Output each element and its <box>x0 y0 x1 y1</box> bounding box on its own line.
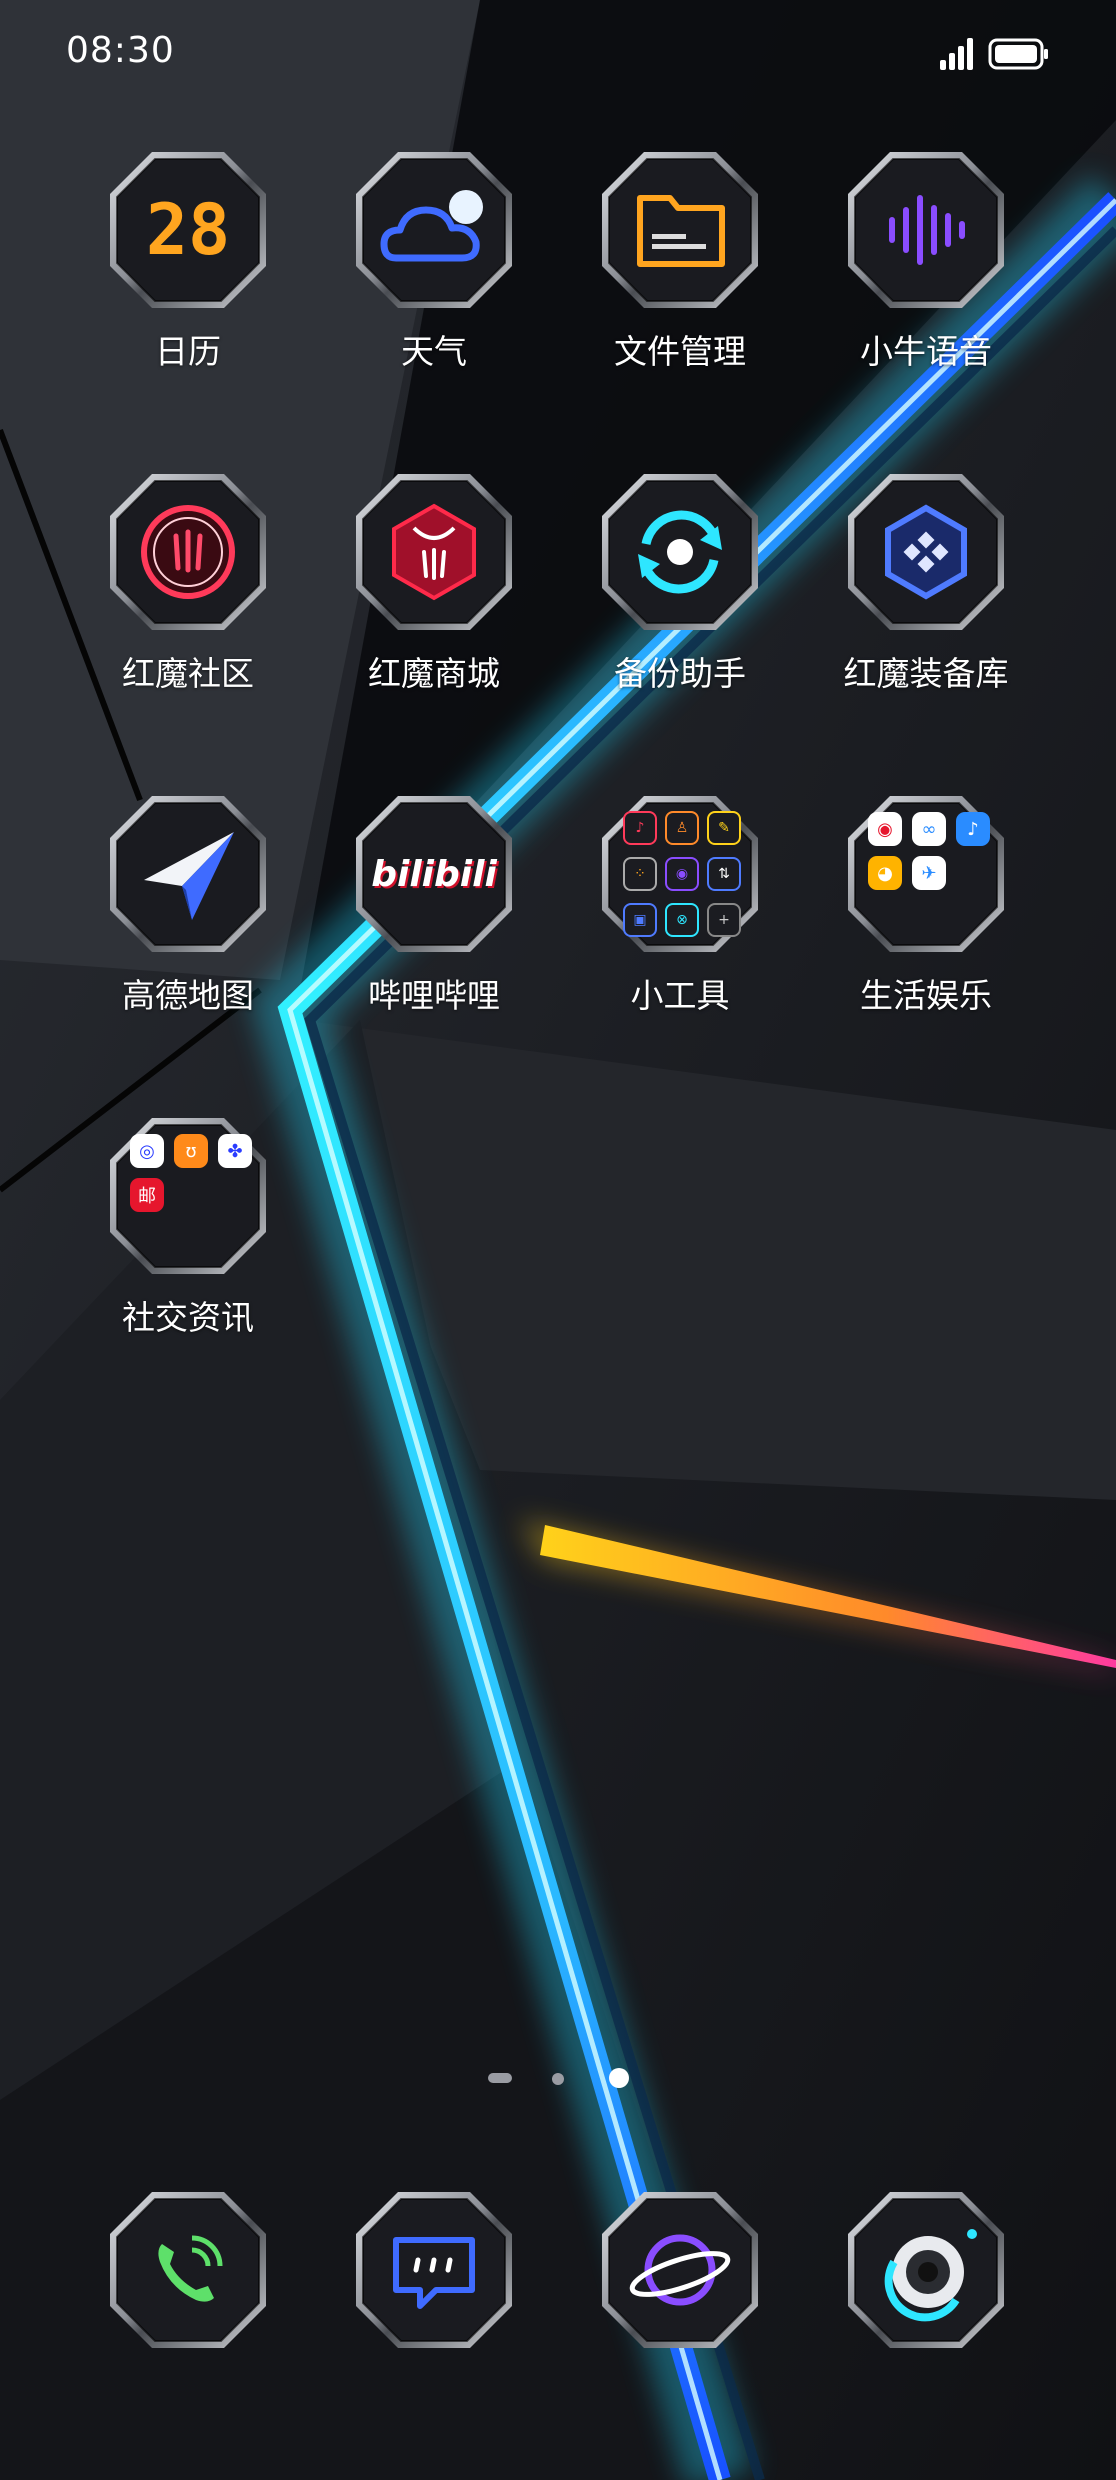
app-label: 红魔社区 <box>122 654 254 693</box>
tools-folder-icon: ♪ ♙ ✎ ⁘ ◉ ⇅ ▣ ⊗ + <box>600 794 760 954</box>
browser-planet-icon <box>600 2190 760 2350</box>
app-label: 天气 <box>401 332 467 371</box>
social-folder-icon: ◎ ʊ ✤ 邮 <box>108 1116 268 1276</box>
battery-icon <box>988 38 1048 70</box>
voice-wave-icon <box>846 150 1006 310</box>
folder-life[interactable]: ◉ ∞ ♪ ◕ ✈ 生活娱乐 <box>803 794 1049 1016</box>
app-calendar[interactable]: 28 日历 <box>65 150 311 372</box>
page-indicator[interactable] <box>0 2062 1116 2092</box>
gamepad-hex-icon <box>846 472 1006 632</box>
transfer-icon: ⇅ <box>707 857 741 891</box>
app-label: 文件管理 <box>614 332 746 371</box>
app-redmagic-store[interactable]: 红魔商城 <box>311 472 557 694</box>
weibo-icon: ◉ <box>868 812 902 846</box>
cloud-drive-icon: ∞ <box>912 812 946 846</box>
backup-icon <box>600 472 760 632</box>
uc-browser-icon: ʊ <box>174 1134 208 1168</box>
app-label: 红魔装备库 <box>843 654 1009 693</box>
calendar-date: 28 <box>145 189 231 271</box>
baidu-icon: ✤ <box>218 1134 252 1168</box>
cleaner-icon: ⊗ <box>665 903 699 937</box>
folder-social[interactable]: ◎ ʊ ✤ 邮 社交资讯 <box>65 1116 311 1338</box>
app-bilibili[interactable]: bilibili 哔哩哔哩 <box>311 794 557 1016</box>
weather-cloud-icon <box>354 150 514 310</box>
status-icons <box>940 38 1050 70</box>
phone-icon <box>108 2190 268 2350</box>
folder-icon <box>600 150 760 310</box>
status-time: 08:30 <box>66 30 175 71</box>
page-dot-2[interactable] <box>552 2073 564 2085</box>
music-icon: ♪ <box>623 811 657 845</box>
dock-phone[interactable] <box>65 2190 311 2350</box>
dock-camera[interactable] <box>803 2190 1049 2350</box>
life-folder-icon: ◉ ∞ ♪ ◕ ✈ <box>846 794 1006 954</box>
music-note-app-icon: ♪ <box>956 812 990 846</box>
app-weather[interactable]: 天气 <box>311 150 557 372</box>
app-voice[interactable]: 小牛语音 <box>803 150 1049 372</box>
app-label: 备份助手 <box>614 654 746 693</box>
redmagic-community-icon <box>108 472 268 632</box>
bilibili-icon: bilibili <box>354 794 514 954</box>
app-label: 小工具 <box>630 976 730 1015</box>
bilibili-logo: bilibili <box>371 853 497 895</box>
calendar-icon: 28 <box>108 150 268 310</box>
signal-icon <box>940 38 973 70</box>
add-icon: + <box>707 903 741 937</box>
takeout-icon: ◕ <box>868 856 902 890</box>
app-label: 红魔商城 <box>368 654 500 693</box>
user-icon: ♙ <box>665 811 699 845</box>
travel-icon: ✈ <box>912 856 946 890</box>
redmagic-store-icon <box>354 472 514 632</box>
page-dot-1[interactable] <box>488 2073 512 2083</box>
lock-icon: ▣ <box>623 903 657 937</box>
app-amap[interactable]: 高德地图 <box>65 794 311 1016</box>
app-label: 日历 <box>155 332 221 371</box>
page-dot-3-current[interactable] <box>609 2068 629 2088</box>
app-label: 高德地图 <box>122 976 254 1015</box>
app-label: 哔哩哔哩 <box>368 976 500 1015</box>
apps-grid-icon: ⁘ <box>623 857 657 891</box>
app-label: 生活娱乐 <box>860 976 992 1015</box>
mail-icon: 邮 <box>130 1178 164 1212</box>
app-redmagic-gear[interactable]: 红魔装备库 <box>803 472 1049 694</box>
record-icon: ◉ <box>665 857 699 891</box>
app-label: 社交资讯 <box>122 1298 254 1337</box>
folder-tools[interactable]: ♪ ♙ ✎ ⁘ ◉ ⇅ ▣ ⊗ + 小工具 <box>557 794 803 1016</box>
dock-messages[interactable] <box>311 2190 557 2350</box>
app-redmagic-community[interactable]: 红魔社区 <box>65 472 311 694</box>
app-backup[interactable]: 备份助手 <box>557 472 803 694</box>
camera-icon <box>846 2190 1006 2350</box>
messages-icon <box>354 2190 514 2350</box>
app-label: 小牛语音 <box>860 332 992 371</box>
paper-plane-map-icon <box>108 794 268 954</box>
dock-browser[interactable] <box>557 2190 803 2350</box>
app-file-manager[interactable]: 文件管理 <box>557 150 803 372</box>
note-icon: ✎ <box>707 811 741 845</box>
qq-browser-icon: ◎ <box>130 1134 164 1168</box>
